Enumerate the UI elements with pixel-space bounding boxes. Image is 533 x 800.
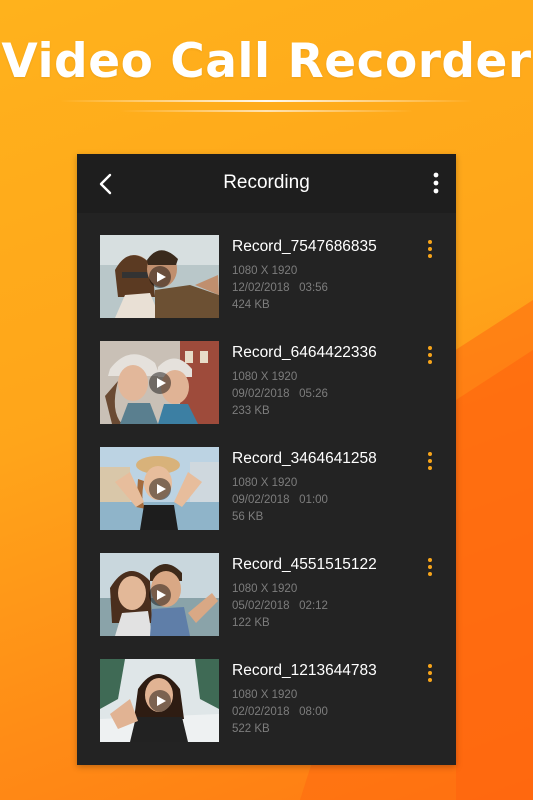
- recording-date-duration: 09/02/2018 01:00: [232, 494, 328, 506]
- row-more-button[interactable]: [423, 344, 437, 366]
- recording-date: 05/02/2018: [232, 600, 290, 612]
- recording-row[interactable]: Record_4551515122 1080 X 1920 05/02/2018…: [77, 531, 456, 637]
- recording-name: Record_3464641258: [232, 450, 377, 467]
- recording-duration: 08:00: [299, 706, 328, 718]
- more-dot-icon: [428, 671, 432, 675]
- more-dot-icon: [428, 558, 432, 562]
- video-thumbnail[interactable]: [100, 341, 219, 424]
- row-more-button[interactable]: [423, 662, 437, 684]
- video-thumbnail[interactable]: [100, 235, 219, 318]
- video-thumbnail[interactable]: [100, 659, 219, 742]
- app-bar: Recording: [77, 154, 456, 213]
- recording-size: 233 KB: [232, 405, 270, 417]
- overflow-menu-button[interactable]: [426, 168, 446, 200]
- recording-resolution: 1080 X 1920: [232, 265, 298, 277]
- recording-name: Record_1213644783: [232, 662, 377, 679]
- more-dot-icon: [428, 565, 432, 569]
- recording-size: 522 KB: [232, 723, 270, 735]
- more-dot-icon: [428, 452, 432, 456]
- video-thumbnail[interactable]: [100, 553, 219, 636]
- recording-row[interactable]: Record_6464422336 1080 X 1920 09/02/2018…: [77, 319, 456, 425]
- recording-resolution: 1080 X 1920: [232, 689, 298, 701]
- title-underline-secondary: [120, 110, 413, 112]
- more-dot-icon: [428, 466, 432, 470]
- recording-date-duration: 12/02/2018 03:56: [232, 282, 328, 294]
- recording-row[interactable]: Record_1213644783 1080 X 1920 02/02/2018…: [77, 637, 456, 743]
- more-dot-icon: [428, 360, 432, 364]
- more-dot-icon: [428, 240, 432, 244]
- phone-screen: Recording Record_7547686835 1080 X 1920 …: [77, 154, 456, 765]
- recording-date: 02/02/2018: [232, 706, 290, 718]
- row-more-button[interactable]: [423, 556, 437, 578]
- recording-resolution: 1080 X 1920: [232, 583, 298, 595]
- screen-title: Recording: [223, 172, 310, 193]
- video-thumbnail[interactable]: [100, 447, 219, 530]
- recording-name: Record_4551515122: [232, 556, 377, 573]
- play-icon: [149, 266, 171, 288]
- recording-name: Record_7547686835: [232, 238, 377, 255]
- recording-duration: 05:26: [299, 388, 328, 400]
- recording-date-duration: 02/02/2018 08:00: [232, 706, 328, 718]
- recording-resolution: 1080 X 1920: [232, 371, 298, 383]
- more-dot-icon: [428, 572, 432, 576]
- recording-date: 09/02/2018: [232, 494, 290, 506]
- recording-size: 122 KB: [232, 617, 270, 629]
- play-icon: [149, 584, 171, 606]
- more-dot-icon: [428, 254, 432, 258]
- more-dot-icon: [428, 247, 432, 251]
- recording-name: Record_6464422336: [232, 344, 377, 361]
- more-dot-icon: [428, 678, 432, 682]
- recording-duration: 03:56: [299, 282, 328, 294]
- recording-size: 56 KB: [232, 511, 264, 523]
- recording-size: 424 KB: [232, 299, 270, 311]
- row-more-button[interactable]: [423, 238, 437, 260]
- recording-row[interactable]: Record_7547686835 1080 X 1920 12/02/2018…: [77, 213, 456, 319]
- play-icon: [149, 478, 171, 500]
- kebab-menu-icon: [433, 172, 439, 194]
- more-dot-icon: [428, 346, 432, 350]
- more-dot-icon: [428, 664, 432, 668]
- play-icon: [149, 690, 171, 712]
- more-dot-icon: [428, 353, 432, 357]
- recording-resolution: 1080 X 1920: [232, 477, 298, 489]
- more-dot-icon: [428, 459, 432, 463]
- recording-row[interactable]: Record_3464641258 1080 X 1920 09/02/2018…: [77, 425, 456, 531]
- recording-duration: 01:00: [299, 494, 328, 506]
- recording-date: 09/02/2018: [232, 388, 290, 400]
- title-underline: [60, 100, 473, 102]
- play-icon: [149, 372, 171, 394]
- recording-date-duration: 05/02/2018 02:12: [232, 600, 328, 612]
- row-more-button[interactable]: [423, 450, 437, 472]
- recording-date-duration: 09/02/2018 05:26: [232, 388, 328, 400]
- recording-date: 12/02/2018: [232, 282, 290, 294]
- recording-duration: 02:12: [299, 600, 328, 612]
- promo-title: Video Call Recorder: [1, 34, 532, 89]
